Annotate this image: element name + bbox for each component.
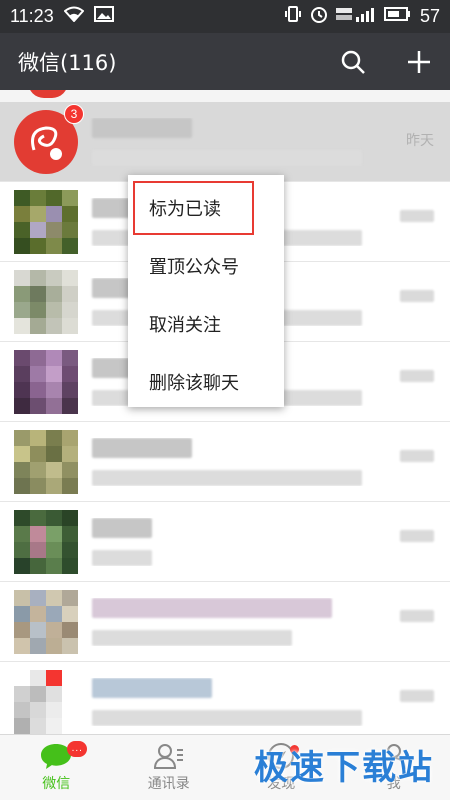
menu-item-delete-chat[interactable]: 删除该聊天 — [128, 353, 284, 411]
tab-label: 微信 — [42, 775, 71, 792]
chat-preview-blurred — [92, 549, 152, 566]
chat-time-blurred — [400, 210, 434, 222]
alarm-icon — [310, 5, 328, 28]
chat-time: 昨天 — [406, 133, 434, 149]
chat-time-blurred — [400, 690, 434, 702]
chat-item[interactable] — [0, 502, 450, 582]
avatar: 3 — [14, 103, 84, 174]
menu-item-mark-read[interactable]: 标为已读 — [128, 179, 284, 237]
image-icon — [93, 6, 114, 27]
chat-time-blurred — [400, 610, 434, 622]
chat-item[interactable] — [0, 582, 450, 662]
chat-item[interactable] — [0, 422, 450, 502]
app-header: 微信(116) — [0, 33, 450, 90]
wifi-icon — [63, 6, 85, 27]
menu-item-pin[interactable]: 置顶公众号 — [128, 237, 284, 295]
watermark: 极速下载站 — [254, 748, 434, 788]
vibrate-icon — [284, 5, 302, 28]
avatar — [14, 509, 78, 574]
tab-contacts[interactable]: 通讯录 — [113, 735, 226, 800]
chat-name-blurred — [92, 437, 192, 458]
chat-name-blurred — [92, 597, 332, 618]
chat-item[interactable] — [0, 662, 450, 734]
avatar — [14, 269, 78, 334]
avatar — [14, 349, 78, 414]
avatar — [14, 669, 78, 734]
avatar — [28, 90, 68, 98]
tab-label: 通讯录 — [147, 775, 190, 792]
status-time: 11:23 — [10, 6, 54, 26]
battery-icon — [383, 6, 412, 27]
chat-name-blurred — [92, 517, 152, 538]
signal-icon — [335, 6, 376, 27]
chat-preview-blurred — [92, 469, 362, 486]
page-title: 微信(116) — [18, 50, 117, 75]
chat-name-blurred — [92, 117, 192, 138]
chat-time-blurred — [400, 370, 434, 382]
avatar — [14, 429, 78, 494]
chat-time-blurred — [400, 450, 434, 462]
chat-name-blurred — [92, 677, 212, 698]
chat-item[interactable]: 3 昨天 — [0, 102, 450, 182]
avatar — [14, 189, 78, 254]
status-bar: 11:23 57 — [0, 0, 450, 33]
chat-preview-blurred — [92, 709, 362, 726]
contacts-icon — [153, 742, 185, 774]
tab-chats[interactable]: ... 微信 — [0, 735, 113, 800]
chat-time-blurred — [400, 530, 434, 542]
chat-preview-blurred — [92, 629, 292, 646]
avatar — [14, 589, 78, 654]
unread-badge: 3 — [64, 103, 84, 124]
chat-preview-blurred — [92, 149, 362, 166]
menu-item-unfollow[interactable]: 取消关注 — [128, 295, 284, 353]
tab-badge: ... — [67, 740, 88, 757]
context-menu: 标为已读 置顶公众号 取消关注 删除该聊天 — [128, 175, 284, 407]
chat-time-blurred — [400, 290, 434, 302]
search-icon[interactable] — [340, 49, 366, 75]
list-top-strip — [0, 90, 450, 102]
battery-level: 57 — [419, 6, 440, 26]
plus-icon[interactable] — [406, 49, 432, 75]
